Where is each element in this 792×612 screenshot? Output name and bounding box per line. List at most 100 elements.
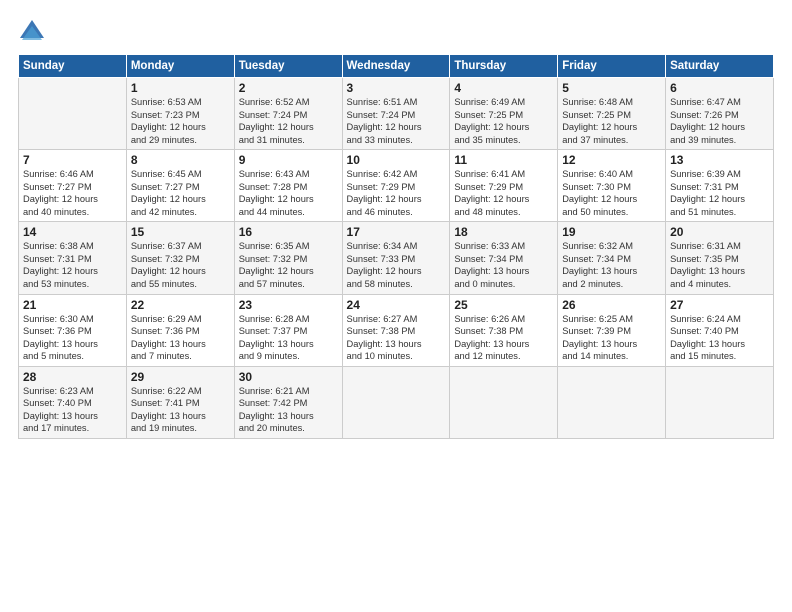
cell-info: Sunrise: 6:30 AM Sunset: 7:36 PM Dayligh… <box>23 313 122 363</box>
cell-info: Sunrise: 6:22 AM Sunset: 7:41 PM Dayligh… <box>131 385 230 435</box>
day-number: 5 <box>562 81 661 95</box>
calendar-table: SundayMondayTuesdayWednesdayThursdayFrid… <box>18 54 774 439</box>
calendar-cell: 10Sunrise: 6:42 AM Sunset: 7:29 PM Dayli… <box>342 150 450 222</box>
calendar-cell: 22Sunrise: 6:29 AM Sunset: 7:36 PM Dayli… <box>126 294 234 366</box>
calendar-cell <box>450 366 558 438</box>
day-number: 1 <box>131 81 230 95</box>
day-number: 6 <box>670 81 769 95</box>
cell-info: Sunrise: 6:29 AM Sunset: 7:36 PM Dayligh… <box>131 313 230 363</box>
logo <box>18 18 50 46</box>
logo-icon <box>18 18 46 46</box>
cell-info: Sunrise: 6:47 AM Sunset: 7:26 PM Dayligh… <box>670 96 769 146</box>
cell-info: Sunrise: 6:39 AM Sunset: 7:31 PM Dayligh… <box>670 168 769 218</box>
cell-info: Sunrise: 6:41 AM Sunset: 7:29 PM Dayligh… <box>454 168 553 218</box>
day-number: 3 <box>347 81 446 95</box>
day-number: 14 <box>23 225 122 239</box>
week-row-4: 21Sunrise: 6:30 AM Sunset: 7:36 PM Dayli… <box>19 294 774 366</box>
calendar-cell: 18Sunrise: 6:33 AM Sunset: 7:34 PM Dayli… <box>450 222 558 294</box>
cell-info: Sunrise: 6:42 AM Sunset: 7:29 PM Dayligh… <box>347 168 446 218</box>
header-row: SundayMondayTuesdayWednesdayThursdayFrid… <box>19 55 774 78</box>
calendar-cell: 30Sunrise: 6:21 AM Sunset: 7:42 PM Dayli… <box>234 366 342 438</box>
day-number: 2 <box>239 81 338 95</box>
day-number: 23 <box>239 298 338 312</box>
calendar-cell: 25Sunrise: 6:26 AM Sunset: 7:38 PM Dayli… <box>450 294 558 366</box>
day-number: 25 <box>454 298 553 312</box>
calendar-cell: 27Sunrise: 6:24 AM Sunset: 7:40 PM Dayli… <box>666 294 774 366</box>
day-number: 19 <box>562 225 661 239</box>
calendar-cell: 1Sunrise: 6:53 AM Sunset: 7:23 PM Daylig… <box>126 78 234 150</box>
cell-info: Sunrise: 6:38 AM Sunset: 7:31 PM Dayligh… <box>23 240 122 290</box>
cell-info: Sunrise: 6:31 AM Sunset: 7:35 PM Dayligh… <box>670 240 769 290</box>
week-row-3: 14Sunrise: 6:38 AM Sunset: 7:31 PM Dayli… <box>19 222 774 294</box>
calendar-cell: 8Sunrise: 6:45 AM Sunset: 7:27 PM Daylig… <box>126 150 234 222</box>
calendar-cell: 16Sunrise: 6:35 AM Sunset: 7:32 PM Dayli… <box>234 222 342 294</box>
calendar-cell: 24Sunrise: 6:27 AM Sunset: 7:38 PM Dayli… <box>342 294 450 366</box>
calendar-cell: 3Sunrise: 6:51 AM Sunset: 7:24 PM Daylig… <box>342 78 450 150</box>
calendar-cell: 28Sunrise: 6:23 AM Sunset: 7:40 PM Dayli… <box>19 366 127 438</box>
cell-info: Sunrise: 6:28 AM Sunset: 7:37 PM Dayligh… <box>239 313 338 363</box>
calendar-cell: 26Sunrise: 6:25 AM Sunset: 7:39 PM Dayli… <box>558 294 666 366</box>
calendar-cell: 11Sunrise: 6:41 AM Sunset: 7:29 PM Dayli… <box>450 150 558 222</box>
day-number: 16 <box>239 225 338 239</box>
calendar-cell: 7Sunrise: 6:46 AM Sunset: 7:27 PM Daylig… <box>19 150 127 222</box>
page: SundayMondayTuesdayWednesdayThursdayFrid… <box>0 0 792 612</box>
day-number: 26 <box>562 298 661 312</box>
cell-info: Sunrise: 6:52 AM Sunset: 7:24 PM Dayligh… <box>239 96 338 146</box>
calendar-cell: 12Sunrise: 6:40 AM Sunset: 7:30 PM Dayli… <box>558 150 666 222</box>
col-header-friday: Friday <box>558 55 666 78</box>
calendar-cell: 15Sunrise: 6:37 AM Sunset: 7:32 PM Dayli… <box>126 222 234 294</box>
cell-info: Sunrise: 6:23 AM Sunset: 7:40 PM Dayligh… <box>23 385 122 435</box>
day-number: 18 <box>454 225 553 239</box>
cell-info: Sunrise: 6:49 AM Sunset: 7:25 PM Dayligh… <box>454 96 553 146</box>
cell-info: Sunrise: 6:21 AM Sunset: 7:42 PM Dayligh… <box>239 385 338 435</box>
day-number: 4 <box>454 81 553 95</box>
day-number: 9 <box>239 153 338 167</box>
cell-info: Sunrise: 6:26 AM Sunset: 7:38 PM Dayligh… <box>454 313 553 363</box>
cell-info: Sunrise: 6:32 AM Sunset: 7:34 PM Dayligh… <box>562 240 661 290</box>
calendar-cell: 5Sunrise: 6:48 AM Sunset: 7:25 PM Daylig… <box>558 78 666 150</box>
calendar-cell <box>342 366 450 438</box>
col-header-thursday: Thursday <box>450 55 558 78</box>
week-row-2: 7Sunrise: 6:46 AM Sunset: 7:27 PM Daylig… <box>19 150 774 222</box>
col-header-saturday: Saturday <box>666 55 774 78</box>
day-number: 29 <box>131 370 230 384</box>
cell-info: Sunrise: 6:27 AM Sunset: 7:38 PM Dayligh… <box>347 313 446 363</box>
day-number: 7 <box>23 153 122 167</box>
week-row-5: 28Sunrise: 6:23 AM Sunset: 7:40 PM Dayli… <box>19 366 774 438</box>
calendar-cell: 14Sunrise: 6:38 AM Sunset: 7:31 PM Dayli… <box>19 222 127 294</box>
day-number: 8 <box>131 153 230 167</box>
day-number: 12 <box>562 153 661 167</box>
cell-info: Sunrise: 6:25 AM Sunset: 7:39 PM Dayligh… <box>562 313 661 363</box>
cell-info: Sunrise: 6:24 AM Sunset: 7:40 PM Dayligh… <box>670 313 769 363</box>
cell-info: Sunrise: 6:34 AM Sunset: 7:33 PM Dayligh… <box>347 240 446 290</box>
cell-info: Sunrise: 6:46 AM Sunset: 7:27 PM Dayligh… <box>23 168 122 218</box>
cell-info: Sunrise: 6:45 AM Sunset: 7:27 PM Dayligh… <box>131 168 230 218</box>
cell-info: Sunrise: 6:43 AM Sunset: 7:28 PM Dayligh… <box>239 168 338 218</box>
col-header-monday: Monday <box>126 55 234 78</box>
calendar-cell: 29Sunrise: 6:22 AM Sunset: 7:41 PM Dayli… <box>126 366 234 438</box>
calendar-cell: 13Sunrise: 6:39 AM Sunset: 7:31 PM Dayli… <box>666 150 774 222</box>
day-number: 21 <box>23 298 122 312</box>
cell-info: Sunrise: 6:33 AM Sunset: 7:34 PM Dayligh… <box>454 240 553 290</box>
day-number: 24 <box>347 298 446 312</box>
calendar-cell: 2Sunrise: 6:52 AM Sunset: 7:24 PM Daylig… <box>234 78 342 150</box>
calendar-cell: 4Sunrise: 6:49 AM Sunset: 7:25 PM Daylig… <box>450 78 558 150</box>
cell-info: Sunrise: 6:48 AM Sunset: 7:25 PM Dayligh… <box>562 96 661 146</box>
day-number: 11 <box>454 153 553 167</box>
day-number: 13 <box>670 153 769 167</box>
cell-info: Sunrise: 6:35 AM Sunset: 7:32 PM Dayligh… <box>239 240 338 290</box>
cell-info: Sunrise: 6:37 AM Sunset: 7:32 PM Dayligh… <box>131 240 230 290</box>
calendar-cell: 23Sunrise: 6:28 AM Sunset: 7:37 PM Dayli… <box>234 294 342 366</box>
calendar-cell: 21Sunrise: 6:30 AM Sunset: 7:36 PM Dayli… <box>19 294 127 366</box>
day-number: 20 <box>670 225 769 239</box>
calendar-cell <box>666 366 774 438</box>
calendar-cell: 20Sunrise: 6:31 AM Sunset: 7:35 PM Dayli… <box>666 222 774 294</box>
cell-info: Sunrise: 6:53 AM Sunset: 7:23 PM Dayligh… <box>131 96 230 146</box>
calendar-cell <box>19 78 127 150</box>
calendar-cell <box>558 366 666 438</box>
cell-info: Sunrise: 6:40 AM Sunset: 7:30 PM Dayligh… <box>562 168 661 218</box>
col-header-sunday: Sunday <box>19 55 127 78</box>
calendar-cell: 19Sunrise: 6:32 AM Sunset: 7:34 PM Dayli… <box>558 222 666 294</box>
day-number: 10 <box>347 153 446 167</box>
col-header-wednesday: Wednesday <box>342 55 450 78</box>
